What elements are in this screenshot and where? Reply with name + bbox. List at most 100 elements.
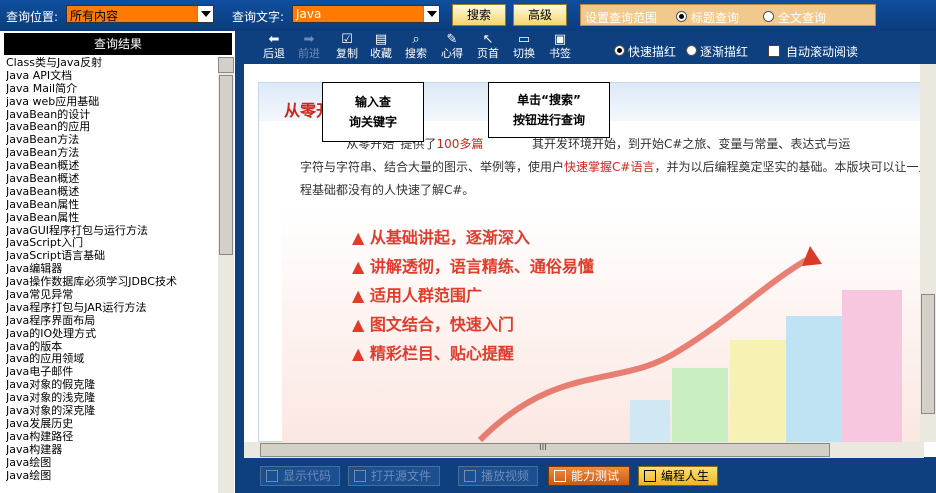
file-icon — [354, 470, 366, 482]
scroll-thumb[interactable] — [921, 294, 935, 414]
result-item[interactable]: JavaBean方法 — [6, 147, 218, 160]
callout-left-line1: 输入查 — [354, 95, 391, 109]
result-item[interactable]: Java对象的假克隆 — [6, 379, 218, 392]
line2-part-a: 字符与字符串、结合大量的图示、举例等，使用户 — [300, 160, 565, 174]
content-vscrollbar[interactable] — [920, 64, 936, 442]
result-item[interactable]: Java操作数据库必须学习JDBC技术 — [6, 276, 218, 289]
result-item[interactable]: JavaScript入门 — [6, 237, 218, 250]
open-file-label: 打开源文件 — [371, 469, 432, 483]
result-item[interactable]: JavaScript语言基础 — [6, 250, 218, 263]
line1-highlight: 100多篇 — [436, 137, 484, 151]
article-line-3: 程基础都没有的人快速了解C#。 — [300, 183, 475, 197]
bookmark-label: 书签 — [549, 47, 571, 60]
feature-2: ▲ 讲解透彻，语言精练、通俗易懂 — [352, 257, 594, 276]
feature-3: ▲ 适用人群范围广 — [352, 286, 482, 305]
result-item[interactable]: JavaBean概述 — [6, 160, 218, 173]
article-line-2: 字符与字符串、结合大量的图示、举例等，使用户快速掌握C#语言，并为以后编程奠定坚… — [300, 158, 930, 175]
chevron-down-icon[interactable] — [197, 6, 213, 22]
play-video-button[interactable]: 播放视频 — [458, 466, 538, 486]
result-item[interactable]: Java API文档 — [6, 70, 218, 83]
range-fulltext-label: 全文查询 — [778, 11, 827, 25]
content-hscrollbar[interactable]: III — [244, 442, 924, 458]
scroll-thumb[interactable]: III — [260, 443, 830, 457]
step-red-radio[interactable] — [686, 45, 697, 56]
result-item[interactable]: Java绘图 — [6, 470, 218, 483]
result-item[interactable]: Java的应用领域 — [6, 353, 218, 366]
back-button[interactable]: ⬅ 后退 — [259, 33, 289, 61]
location-select[interactable]: 所有内容 — [66, 5, 214, 23]
advanced-button[interactable]: 高级 — [513, 4, 567, 26]
result-item[interactable]: JavaBean的设计 — [6, 109, 218, 122]
ability-test-button[interactable]: 能力测试 — [548, 466, 630, 486]
result-item[interactable]: Java绘图 — [6, 457, 218, 470]
result-item[interactable]: Java程序打包与JAR运行方法 — [6, 302, 218, 315]
range-title-label: 标题查询 — [691, 11, 740, 25]
result-item[interactable]: Java的版本 — [6, 341, 218, 354]
scroll-thumb[interactable] — [219, 75, 233, 255]
result-item[interactable]: Java电子邮件 — [6, 366, 218, 379]
auto-scroll-checkbox[interactable] — [768, 45, 780, 57]
toolbar-search-button[interactable]: ⌕ 搜索 — [401, 33, 431, 61]
show-code-button[interactable]: 显示代码 — [260, 466, 340, 486]
callout-left-line2: 询关键字 — [348, 115, 397, 129]
search-icon: ⌕ — [412, 32, 420, 47]
switch-button[interactable]: ▭ 切换 — [509, 33, 539, 61]
result-item[interactable]: JavaGUI程序打包与运行方法 — [6, 225, 218, 238]
back-label: 后退 — [263, 47, 285, 60]
result-item[interactable]: java web应用基础 — [6, 96, 218, 109]
result-item[interactable]: Java构建器 — [6, 444, 218, 457]
pencil-icon: ✎ — [446, 32, 458, 47]
result-item[interactable]: JavaBean属性 — [6, 212, 218, 225]
notes-button[interactable]: ✎ 心得 — [437, 33, 467, 61]
result-item[interactable]: JavaBean的应用 — [6, 121, 218, 134]
results-list: Class类与Java反射 Java API文档 Java Mail简介 java w… — [6, 57, 218, 493]
forward-button[interactable]: ➡ 前进 — [294, 33, 324, 61]
page-top-button[interactable]: ↖ 页首 — [473, 33, 503, 61]
result-item[interactable]: Java的IO处理方式 — [6, 328, 218, 341]
text-label: 查询文字: — [232, 10, 285, 24]
range-fulltext-radio[interactable] — [763, 11, 774, 22]
scroll-up-arrow[interactable] — [218, 57, 234, 73]
result-item[interactable]: Java程序界面布局 — [6, 315, 218, 328]
result-item[interactable]: Java对象的深克隆 — [6, 405, 218, 418]
result-item[interactable]: Java对象的浅克隆 — [6, 392, 218, 405]
code-icon — [266, 470, 278, 482]
programming-life-label: 编程人生 — [661, 469, 710, 483]
result-item[interactable]: Java常见异常 — [6, 289, 218, 302]
result-item[interactable]: JavaBean概述 — [6, 173, 218, 186]
bookmark-icon: ▣ — [553, 32, 567, 47]
quick-red-label: 快速描红 — [628, 45, 677, 59]
chevron-down-icon[interactable] — [423, 6, 439, 22]
range-title-radio[interactable] — [676, 11, 687, 22]
result-item[interactable]: Java构建路径 — [6, 431, 218, 444]
open-file-button[interactable]: 打开源文件 — [348, 466, 440, 486]
arrow-right-icon: ➡ — [303, 32, 315, 47]
result-item[interactable]: JavaBean概述 — [6, 186, 218, 199]
ability-test-label: 能力测试 — [571, 469, 620, 483]
search-text-input[interactable]: Java — [292, 5, 440, 23]
search-text-value: Java — [296, 7, 322, 21]
favorite-label: 收藏 — [370, 47, 392, 60]
copy-button[interactable]: ☑ 复制 — [332, 33, 362, 61]
video-icon — [464, 470, 476, 482]
line2-highlight: 快速掌握C#语言 — [564, 160, 655, 174]
feature-5: ▲ 精彩栏目、贴心提醒 — [352, 344, 514, 363]
result-item[interactable]: Java Mail简介 — [6, 83, 218, 96]
result-item[interactable]: JavaBean属性 — [6, 199, 218, 212]
result-item[interactable]: Java发展历史 — [6, 418, 218, 431]
result-item[interactable]: Class类与Java反射 — [6, 57, 218, 70]
favorite-button[interactable]: ▤ 收藏 — [366, 33, 396, 61]
callout-right-line1: 单击“搜索” — [517, 93, 581, 107]
location-label: 查询位置: — [6, 10, 59, 24]
auto-scroll-label: 自动滚动阅读 — [786, 45, 859, 59]
results-scrollbar[interactable] — [218, 57, 234, 493]
window-icon: ▭ — [517, 32, 531, 47]
result-item[interactable]: Java编辑器 — [6, 263, 218, 276]
folder-icon: ▤ — [374, 32, 388, 47]
programming-life-button[interactable]: 编程人生 — [638, 466, 718, 486]
result-item[interactable]: JavaBean方法 — [6, 134, 218, 147]
bookmark-button[interactable]: ▣ 书签 — [545, 33, 575, 61]
quick-red-radio[interactable] — [614, 45, 625, 56]
feature-1: ▲ 从基础讲起，逐渐深入 — [352, 228, 530, 247]
search-button[interactable]: 搜索 — [452, 4, 506, 26]
